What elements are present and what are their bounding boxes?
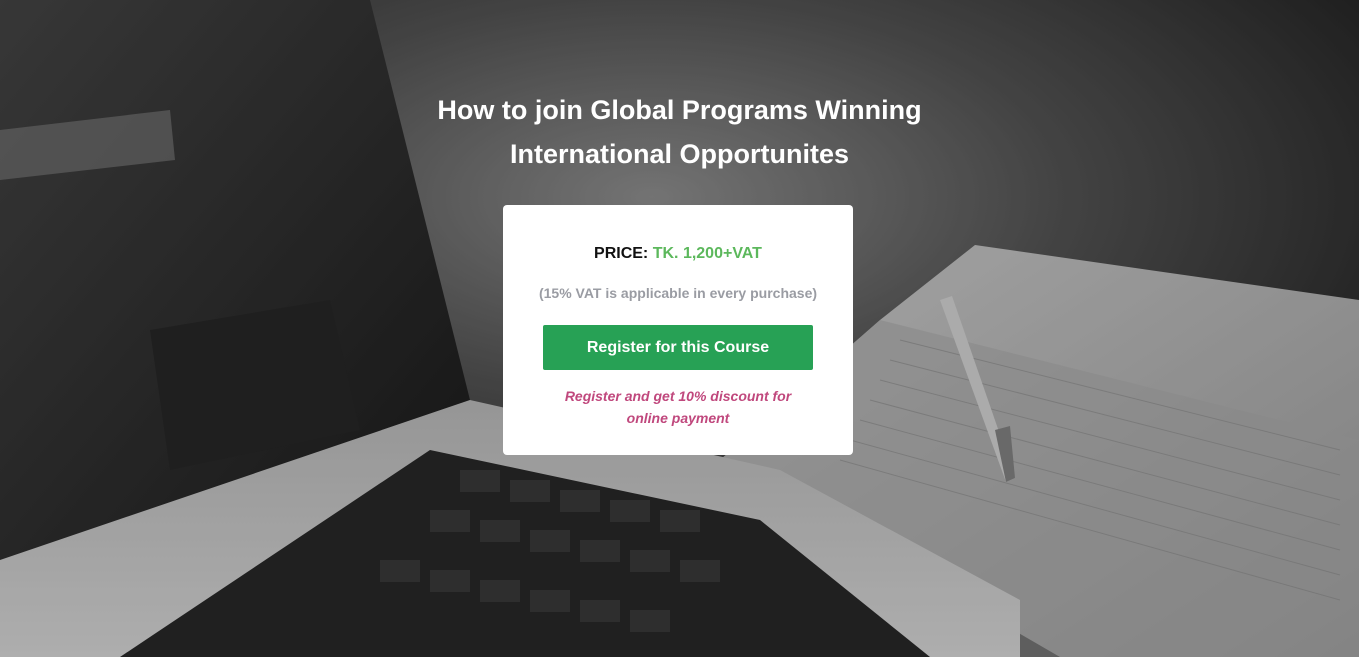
title-line-2: International Opportunites	[509, 139, 849, 169]
price-line: PRICE: TK. 1,200+VAT	[503, 245, 853, 263]
discount-note-line-2: online payment	[626, 410, 730, 426]
vat-note: (15% VAT is applicable in every purchase…	[538, 285, 818, 301]
title-line-1: How to join Global Programs Winning	[437, 95, 922, 125]
discount-note: Register and get 10% discount for online…	[553, 385, 803, 429]
page-title: How to join Global Programs Winning Inte…	[0, 88, 1359, 176]
hero-section: How to join Global Programs Winning Inte…	[0, 0, 1359, 657]
price-value: TK. 1,200+VAT	[652, 245, 762, 262]
price-label: PRICE:	[594, 245, 649, 262]
pricing-card: PRICE: TK. 1,200+VAT (15% VAT is applica…	[503, 205, 853, 455]
register-course-button[interactable]: Register for this Course	[543, 325, 813, 370]
discount-note-line-1: Register and get 10% discount for	[564, 388, 792, 404]
